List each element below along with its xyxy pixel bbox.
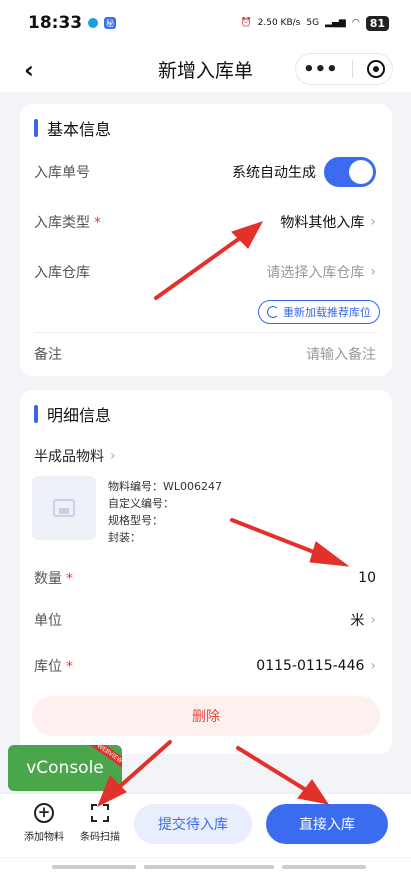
basic-info-title: 基本信息 <box>34 116 111 140</box>
order-no-label: 入库单号 <box>34 165 90 181</box>
remark-input[interactable]: 请输入备注 <box>306 344 376 364</box>
remark-label: 备注 <box>34 347 62 363</box>
vconsole-button[interactable]: vConsole WEBVIEW <box>8 745 122 791</box>
signal-icon: ▂▄▆ <box>325 18 346 28</box>
package: 封装： <box>108 531 141 544</box>
chevron-right-icon: › <box>370 658 376 674</box>
bottom-action-bar: + 添加物料 条码扫描 提交待入库 直接入库 <box>0 793 411 857</box>
unit-label: 单位 <box>34 613 62 629</box>
location-row[interactable]: 库位 * 0115-0115-446 › <box>34 652 376 680</box>
detail-info-title-text: 明细信息 <box>47 406 112 425</box>
reload-location-button[interactable]: 重新加载推荐库位 <box>258 300 380 324</box>
required-mark: * <box>94 215 101 231</box>
basic-info-card: 基本信息 入库单号 系统自动生成 入库类型 * 物料其他入库 › 入库仓库 请选择入… <box>20 104 392 376</box>
back-arrow-icon[interactable]: ‹ <box>24 56 34 84</box>
required-mark: * <box>66 659 73 675</box>
vconsole-label: vConsole <box>26 758 104 778</box>
warehouse-row[interactable]: 入库仓库 请选择入库仓库 › <box>34 258 376 286</box>
auto-generate-toggle[interactable] <box>324 157 376 187</box>
gesture-segment <box>282 865 366 869</box>
warehouse-placeholder-group: 请选择入库仓库 › <box>266 262 376 282</box>
section-accent-bar <box>34 405 38 423</box>
image-icon <box>53 499 75 517</box>
item-image-placeholder <box>32 476 96 540</box>
in-type-row[interactable]: 入库类型 * 物料其他入库 › <box>34 208 376 236</box>
gesture-segment <box>144 865 274 869</box>
chevron-right-icon: › <box>110 448 116 464</box>
barcode-scan-label: 条码扫描 <box>80 832 120 843</box>
add-item-button[interactable]: + 添加物料 <box>24 802 64 843</box>
spec-model: 规格型号： <box>108 514 163 527</box>
add-item-label: 添加物料 <box>24 832 64 843</box>
warehouse-label: 入库仓库 <box>34 265 90 281</box>
page-title: 新增入库单 <box>157 59 253 82</box>
location-value: 0115-0115-446 <box>256 658 365 674</box>
direct-in-button[interactable]: 直接入库 <box>266 804 388 844</box>
in-type-label: 入库类型 <box>34 215 90 231</box>
in-type-label-group: 入库类型 * <box>34 212 101 232</box>
warehouse-placeholder: 请选择入库仓库 <box>266 265 365 281</box>
reload-location-label: 重新加载推荐库位 <box>283 306 371 319</box>
location-label-group: 库位 * <box>34 656 73 676</box>
order-no-row: 入库单号 系统自动生成 <box>34 156 376 188</box>
nav-bar: ‹ 新增入库单 ••• <box>0 46 411 92</box>
mini-program-capsule: ••• <box>295 53 393 85</box>
barcode-scan-button[interactable]: 条码扫描 <box>80 802 120 843</box>
quantity-label-group: 数量 * <box>34 568 73 588</box>
remark-row[interactable]: 备注 请输入备注 <box>34 340 376 368</box>
refresh-icon <box>267 306 279 318</box>
wifi-icon: ◠ <box>351 18 360 28</box>
battery-level: 81 <box>365 15 389 31</box>
unit-row[interactable]: 单位 米 › <box>34 606 376 634</box>
close-miniprogram-icon[interactable] <box>366 60 385 78</box>
system-gesture-bar <box>0 858 411 881</box>
in-type-value: 物料其他入库 <box>280 215 365 231</box>
annotation-arrow <box>236 746 308 792</box>
alarm-icon: ⏰ <box>240 18 252 28</box>
order-no-value-group: 系统自动生成 <box>232 157 376 187</box>
chevron-right-icon: › <box>370 214 376 230</box>
unit-value: 米 <box>350 613 365 629</box>
status-left: 18:33 秘 <box>28 13 117 33</box>
location-label: 库位 <box>34 659 62 675</box>
toggle-knob <box>349 160 373 184</box>
net-speed: 2.50 KB/s <box>257 18 301 28</box>
quantity-row: 数量 * 10 <box>34 564 376 592</box>
item-info: 物料编号：WL006247 自定义编号： 规格型号： 封装： <box>108 478 222 546</box>
app-badge-icon: 秘 <box>104 17 117 29</box>
submit-pending-button[interactable]: 提交待入库 <box>134 804 252 844</box>
chevron-right-icon: › <box>370 612 376 628</box>
quantity-input[interactable]: 10 <box>358 570 376 586</box>
status-right: ⏰ 2.50 KB/s 5G ▂▄▆ ◠ 81 <box>240 15 389 31</box>
detail-info-card: 明细信息 半成品物料 › 物料编号：WL006247 自定义编号： 规格型号： … <box>20 390 392 754</box>
status-time: 18:33 <box>28 13 83 33</box>
in-type-value-group: 物料其他入库 › <box>280 212 376 232</box>
location-value-group: 0115-0115-446 › <box>256 658 376 674</box>
item-name-row[interactable]: 半成品物料 › <box>34 444 376 468</box>
quantity-label: 数量 <box>34 571 62 587</box>
basic-info-title-text: 基本信息 <box>47 120 112 139</box>
gesture-segment <box>52 865 136 869</box>
item-name: 半成品物料 <box>34 449 104 465</box>
required-mark: * <box>66 571 73 587</box>
unit-value-group: 米 › <box>350 610 376 630</box>
status-bar: 18:33 秘 ⏰ 2.50 KB/s 5G ▂▄▆ ◠ 81 <box>0 0 411 46</box>
detail-info-title: 明细信息 <box>34 402 111 426</box>
item-code: 物料编号：WL006247 <box>108 480 222 493</box>
delete-item-button[interactable]: 删除 <box>32 696 380 736</box>
more-menu-icon[interactable]: ••• <box>303 59 338 80</box>
add-circle-icon: + <box>33 802 55 824</box>
divider <box>34 332 378 333</box>
scan-icon <box>89 802 111 824</box>
app-notification-icon <box>88 18 99 28</box>
custom-code: 自定义编号： <box>108 497 174 510</box>
capsule-divider <box>351 60 353 78</box>
network-type: 5G <box>306 18 320 28</box>
chevron-right-icon: › <box>370 264 376 280</box>
order-no-value: 系统自动生成 <box>232 165 316 181</box>
section-accent-bar <box>34 119 38 137</box>
